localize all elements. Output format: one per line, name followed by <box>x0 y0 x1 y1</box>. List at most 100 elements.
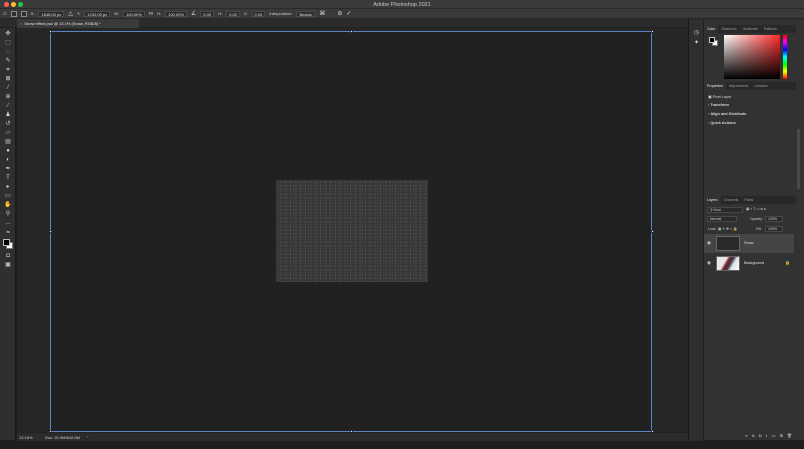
tab-layers[interactable]: Layers <box>704 196 721 204</box>
history-panel-icon[interactable]: ◷ <box>693 30 700 37</box>
new-group-icon[interactable]: ▭ <box>772 433 776 438</box>
crop-tool-icon[interactable]: ⌗ <box>3 66 13 74</box>
zoom-tool-icon[interactable]: ⚲ <box>3 210 13 218</box>
brush-tool-icon[interactable]: ∕ <box>3 102 13 110</box>
quick-actions-section[interactable]: › Quick Actions <box>708 121 736 125</box>
transform-bounding-box[interactable] <box>50 31 652 432</box>
commit-transform-icon[interactable]: ✓ <box>346 11 351 17</box>
width-input[interactable]: 100.00% <box>123 10 145 17</box>
swap-colors-icon[interactable]: ⇆ <box>3 228 13 236</box>
transform-handle-left[interactable] <box>49 230 52 233</box>
tab-properties[interactable]: Properties <box>704 82 726 90</box>
document-tab[interactable]: × Snow effect.psd @ 13.1% (Snow, RGB/8) * <box>17 19 139 28</box>
layer-filter-icons[interactable]: ▣ ◐ T ▭ ◘ ● <box>746 207 766 211</box>
healing-brush-tool-icon[interactable]: ⊕ <box>3 93 13 101</box>
x-position-input[interactable]: 1848.00 px <box>38 10 65 17</box>
transform-handle-top-left[interactable] <box>49 30 52 33</box>
visibility-eye-icon[interactable]: ◉ <box>707 260 711 266</box>
reference-point-toggle[interactable] <box>20 10 27 17</box>
y-position-input[interactable]: 1232.00 px <box>84 10 111 17</box>
layer-filter-kind-text: Kind <box>713 208 721 212</box>
link-layers-icon[interactable]: ∞ <box>745 433 748 438</box>
gradient-tool-icon[interactable]: ▤ <box>3 138 13 146</box>
layer-mask-icon[interactable]: ◘ <box>759 433 761 438</box>
interpolation-select[interactable]: Bicubic <box>296 10 316 17</box>
tab-swatches[interactable]: Swatches <box>718 25 739 33</box>
tab-color[interactable]: Color <box>704 25 719 33</box>
blur-tool-icon[interactable]: ● <box>3 147 13 155</box>
delta-icon[interactable]: △ <box>68 11 73 17</box>
opacity-input[interactable]: 100% <box>765 216 783 222</box>
edit-toolbar-icon[interactable]: … <box>3 219 13 227</box>
delete-layer-icon[interactable]: 🗑 <box>787 433 792 438</box>
transform-handle-top-right[interactable] <box>651 30 654 33</box>
marquee-tool-icon[interactable]: ⬚ <box>3 39 13 47</box>
angle-input[interactable]: 0.00 <box>200 10 215 17</box>
height-input[interactable]: 100.00% <box>165 10 187 17</box>
layer-style-icon[interactable]: fx <box>752 433 755 438</box>
type-tool-icon[interactable]: T <box>3 174 13 182</box>
layer-row-background[interactable]: ◉ Background 🔒 <box>704 254 794 273</box>
fill-label: Fill: <box>756 227 762 231</box>
color-panel-foreground[interactable] <box>709 37 715 43</box>
lasso-tool-icon[interactable]: ◌ <box>3 48 13 56</box>
v-skew-label: V: <box>243 11 248 16</box>
properties-scrollbar[interactable] <box>797 129 800 189</box>
quick-select-tool-icon[interactable]: ✎ <box>3 57 13 65</box>
rectangle-tool-icon[interactable]: ▭ <box>3 192 13 200</box>
transform-section[interactable]: › Transform <box>708 103 729 107</box>
interpolation-label: Interpolation: <box>269 11 293 16</box>
link-icon[interactable]: ∞ <box>149 11 153 17</box>
reference-point-icon[interactable] <box>10 10 17 17</box>
layers-footer: ∞ fx ◘ ◐ ▭ ⊞ 🗑 <box>704 431 796 440</box>
dodge-tool-icon[interactable]: ◐ <box>3 156 13 164</box>
home-icon[interactable]: ⌂ <box>3 11 7 17</box>
cancel-transform-icon[interactable]: ⊘ <box>337 11 342 17</box>
hue-slider[interactable] <box>783 35 787 79</box>
warp-icon[interactable]: ⌘ <box>319 11 325 17</box>
quick-mask-icon[interactable]: ◘ <box>3 252 13 260</box>
tab-adjustments[interactable]: Adjustments <box>726 82 751 90</box>
layer-lock-icon[interactable]: 🔒 <box>785 260 790 265</box>
zoom-level[interactable]: 13.16% <box>19 435 33 440</box>
foreground-color-swatch[interactable] <box>3 239 10 246</box>
hand-tool-icon[interactable]: ✋ <box>3 201 13 209</box>
brush-settings-icon[interactable]: ✦ <box>693 40 700 47</box>
color-picker-field[interactable] <box>724 35 780 79</box>
clone-stamp-tool-icon[interactable]: ♟ <box>3 111 13 119</box>
new-layer-icon[interactable]: ⊞ <box>780 433 783 438</box>
tab-paths[interactable]: Paths <box>741 196 756 204</box>
y-label: Y: <box>76 11 81 16</box>
layer-name-background[interactable]: Background <box>744 261 764 265</box>
visibility-eye-icon[interactable]: ◉ <box>707 240 711 246</box>
screen-mode-icon[interactable]: ▣ <box>3 261 13 269</box>
layer-thumbnail-snow <box>716 236 740 251</box>
layer-filter-kind[interactable]: ⚲ Kind <box>707 207 743 213</box>
align-section[interactable]: › Align and Distribute <box>708 112 746 116</box>
frame-tool-icon[interactable]: ⊠ <box>3 75 13 83</box>
status-menu-icon[interactable]: › <box>87 434 88 439</box>
doc-size-info: Doc: 20.9M/642.8M <box>45 434 80 440</box>
layer-name-snow[interactable]: Snow <box>744 241 754 245</box>
history-brush-tool-icon[interactable]: ↺ <box>3 120 13 128</box>
eraser-tool-icon[interactable]: ▱ <box>3 129 13 137</box>
fill-input[interactable]: 100% <box>765 226 783 232</box>
tab-channels[interactable]: Channels <box>721 196 742 204</box>
lock-icons[interactable]: ▦ ✎ ✥ ⌗ 🔒 <box>718 227 737 231</box>
blend-mode-select[interactable]: Normal <box>707 216 737 222</box>
move-tool-icon[interactable]: ✥ <box>3 30 13 38</box>
eyedropper-tool-icon[interactable]: ⁄ <box>3 84 13 92</box>
layer-row-snow[interactable]: ◉ Snow <box>704 234 794 253</box>
v-skew-input[interactable]: 0.00 <box>251 10 266 17</box>
transform-handle-top[interactable] <box>350 30 353 33</box>
path-select-tool-icon[interactable]: ▸ <box>3 183 13 191</box>
close-tab-icon[interactable]: × <box>20 21 22 26</box>
tab-gradients[interactable]: Gradients <box>740 25 761 33</box>
canvas-area[interactable] <box>17 28 703 433</box>
transform-handle-right[interactable] <box>651 230 654 233</box>
h-skew-input[interactable]: 0.00 <box>226 10 240 17</box>
tab-libraries[interactable]: Libraries <box>751 82 770 90</box>
tab-patterns[interactable]: Patterns <box>761 25 780 33</box>
pen-tool-icon[interactable]: ✒ <box>3 165 13 173</box>
adjustment-layer-icon[interactable]: ◐ <box>765 433 767 438</box>
